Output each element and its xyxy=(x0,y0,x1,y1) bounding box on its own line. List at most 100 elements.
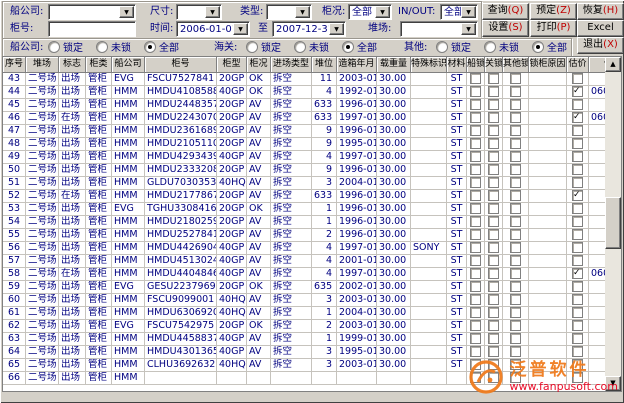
table-row[interactable]: 55二号场出场管柜HMMHMDU252784120GPAV拆空21996-013… xyxy=(3,229,605,242)
lock-checkbox[interactable] xyxy=(470,112,481,123)
lock-checkbox[interactable] xyxy=(488,177,499,188)
lock-checkbox[interactable] xyxy=(470,242,481,253)
table-row[interactable]: 46二号场在场管柜HMMHMDU224307020GPAV拆空6331997-0… xyxy=(3,112,605,125)
reserve-button[interactable]: 预定(Z) xyxy=(530,3,577,20)
lock-checkbox[interactable] xyxy=(488,164,499,175)
radio-company-unlocked[interactable]: 未锁 xyxy=(96,41,131,55)
lock-checkbox[interactable] xyxy=(470,294,481,305)
lock-checkbox[interactable] xyxy=(470,138,481,149)
radio-customs-locked[interactable]: 锁定 xyxy=(246,41,281,55)
table-row[interactable]: 64二号场出场管柜HMMHMDU430136540GPAV拆空31995-013… xyxy=(3,346,605,359)
lock-checkbox[interactable] xyxy=(510,216,521,227)
table-row[interactable]: 52二号场在场管柜HMMHMDU217786720GPAV拆空6331996-0… xyxy=(3,190,605,203)
column-header[interactable]: 其他锁 xyxy=(503,57,529,73)
scroll-up-button[interactable]: ▲ xyxy=(605,57,621,72)
lock-checkbox[interactable] xyxy=(488,255,499,266)
lock-checkbox[interactable] xyxy=(488,229,499,240)
table-row[interactable]: 45二号场出场管柜HMMHMDU244835720GPAV拆空6331996-0… xyxy=(3,99,605,112)
lock-checkbox[interactable] xyxy=(510,203,521,214)
vertical-scrollbar[interactable]: ▲ ▼ xyxy=(605,57,621,391)
radio-company-locked[interactable]: 锁定 xyxy=(48,41,83,55)
estimate-checkbox[interactable] xyxy=(572,125,583,136)
lock-checkbox[interactable] xyxy=(488,112,499,123)
lock-checkbox[interactable] xyxy=(510,333,521,344)
radio-other-locked[interactable]: 锁定 xyxy=(436,41,471,55)
type-combobox[interactable]: ▼ xyxy=(266,4,312,20)
lock-checkbox[interactable] xyxy=(488,281,499,292)
lock-checkbox[interactable] xyxy=(470,320,481,331)
lock-checkbox[interactable] xyxy=(470,99,481,110)
lock-checkbox[interactable] xyxy=(510,346,521,357)
query-button[interactable]: 查询(Q) xyxy=(482,3,529,20)
lock-checkbox[interactable] xyxy=(470,203,481,214)
table-row[interactable]: 49二号场出场管柜HMMHMDU429343940GPAV拆空41997-013… xyxy=(3,151,605,164)
lock-checkbox[interactable] xyxy=(510,268,521,279)
date-from-picker[interactable]: 2006-01-01 ▼ xyxy=(176,21,250,37)
lock-checkbox[interactable] xyxy=(470,151,481,162)
lock-checkbox[interactable] xyxy=(470,125,481,136)
lock-checkbox[interactable] xyxy=(488,138,499,149)
lock-checkbox[interactable] xyxy=(488,333,499,344)
lock-checkbox[interactable] xyxy=(470,307,481,318)
lock-checkbox[interactable] xyxy=(470,268,481,279)
estimate-checkbox[interactable] xyxy=(572,86,583,97)
column-header[interactable]: 特殊标识 xyxy=(411,57,447,73)
lock-checkbox[interactable] xyxy=(488,203,499,214)
lock-checkbox[interactable] xyxy=(470,73,481,84)
estimate-checkbox[interactable] xyxy=(572,190,583,201)
table-row[interactable]: 54二号场出场管柜HMMHMDU218025920GPAV拆空11996-013… xyxy=(3,216,605,229)
lock-checkbox[interactable] xyxy=(510,255,521,266)
lock-checkbox[interactable] xyxy=(488,190,499,201)
lock-checkbox[interactable] xyxy=(470,177,481,188)
scrollbar-thumb[interactable] xyxy=(605,197,621,249)
yard-combobox[interactable]: ▼ xyxy=(400,21,478,37)
table-row[interactable]: 51二号场出场管柜HMMGLDU703035340HQAV拆空32004-013… xyxy=(3,177,605,190)
column-header[interactable]: 堆位 xyxy=(312,57,337,73)
date-to-picker[interactable]: 2007-12-31 ▼ xyxy=(272,21,346,37)
dropdown-button[interactable]: ▼ xyxy=(119,6,134,18)
estimate-checkbox[interactable] xyxy=(572,73,583,84)
column-header[interactable]: 船锁 xyxy=(467,57,485,73)
estimate-checkbox[interactable] xyxy=(572,333,583,344)
lock-checkbox[interactable] xyxy=(470,333,481,344)
size-combobox[interactable]: ▼ xyxy=(176,4,222,20)
lock-checkbox[interactable] xyxy=(470,86,481,97)
lock-checkbox[interactable] xyxy=(470,190,481,201)
column-header[interactable]: 材料 xyxy=(447,57,467,73)
lock-checkbox[interactable] xyxy=(488,268,499,279)
lock-checkbox[interactable] xyxy=(488,151,499,162)
column-header[interactable]: 柜况 xyxy=(247,57,271,73)
column-header[interactable]: 柜类 xyxy=(86,57,112,73)
lock-checkbox[interactable] xyxy=(510,190,521,201)
lock-checkbox[interactable] xyxy=(488,216,499,227)
table-row[interactable]: 47二号场出场管柜HMMHMDU236168920GPAV拆空91996-013… xyxy=(3,125,605,138)
estimate-checkbox[interactable] xyxy=(572,307,583,318)
estimate-checkbox[interactable] xyxy=(572,294,583,305)
column-header[interactable]: 锁柜原因 xyxy=(529,57,567,73)
dropdown-button[interactable]: ▼ xyxy=(375,6,390,18)
column-header[interactable]: 进场类型 xyxy=(271,57,312,73)
column-header[interactable]: 柜型 xyxy=(217,57,247,73)
table-row[interactable]: 53二号场出场管柜EVGTGHU330841620GPOK拆空11996-013… xyxy=(3,203,605,216)
radio-other-unlocked[interactable]: 未锁 xyxy=(484,41,519,55)
lock-checkbox[interactable] xyxy=(510,177,521,188)
print-button[interactable]: 打印(P) xyxy=(530,20,577,37)
estimate-checkbox[interactable] xyxy=(572,281,583,292)
estimate-checkbox[interactable] xyxy=(572,164,583,175)
lock-checkbox[interactable] xyxy=(488,99,499,110)
table-row[interactable]: 58二号场在场管柜HMMHMDU440484640GPAV拆空41997-013… xyxy=(3,268,605,281)
table-row[interactable]: 48二号场出场管柜HMMHMDU210511020GPAV拆空91995-013… xyxy=(3,138,605,151)
lock-checkbox[interactable] xyxy=(510,138,521,149)
table-row[interactable]: 44二号场出场管柜HMMHMDU410858840GPOK拆空41992-013… xyxy=(3,86,605,99)
column-header[interactable]: 序号 xyxy=(3,57,26,73)
lock-checkbox[interactable] xyxy=(470,281,481,292)
dropdown-button[interactable]: ▼ xyxy=(295,6,310,18)
radio-customs-unlocked[interactable]: 未锁 xyxy=(294,41,329,55)
cabinet-no-input[interactable] xyxy=(48,21,136,37)
lock-checkbox[interactable] xyxy=(470,229,481,240)
estimate-checkbox[interactable] xyxy=(572,177,583,188)
lock-checkbox[interactable] xyxy=(488,307,499,318)
estimate-checkbox[interactable] xyxy=(572,255,583,266)
lock-checkbox[interactable] xyxy=(488,242,499,253)
exit-button[interactable]: 退出(X) xyxy=(577,37,624,54)
